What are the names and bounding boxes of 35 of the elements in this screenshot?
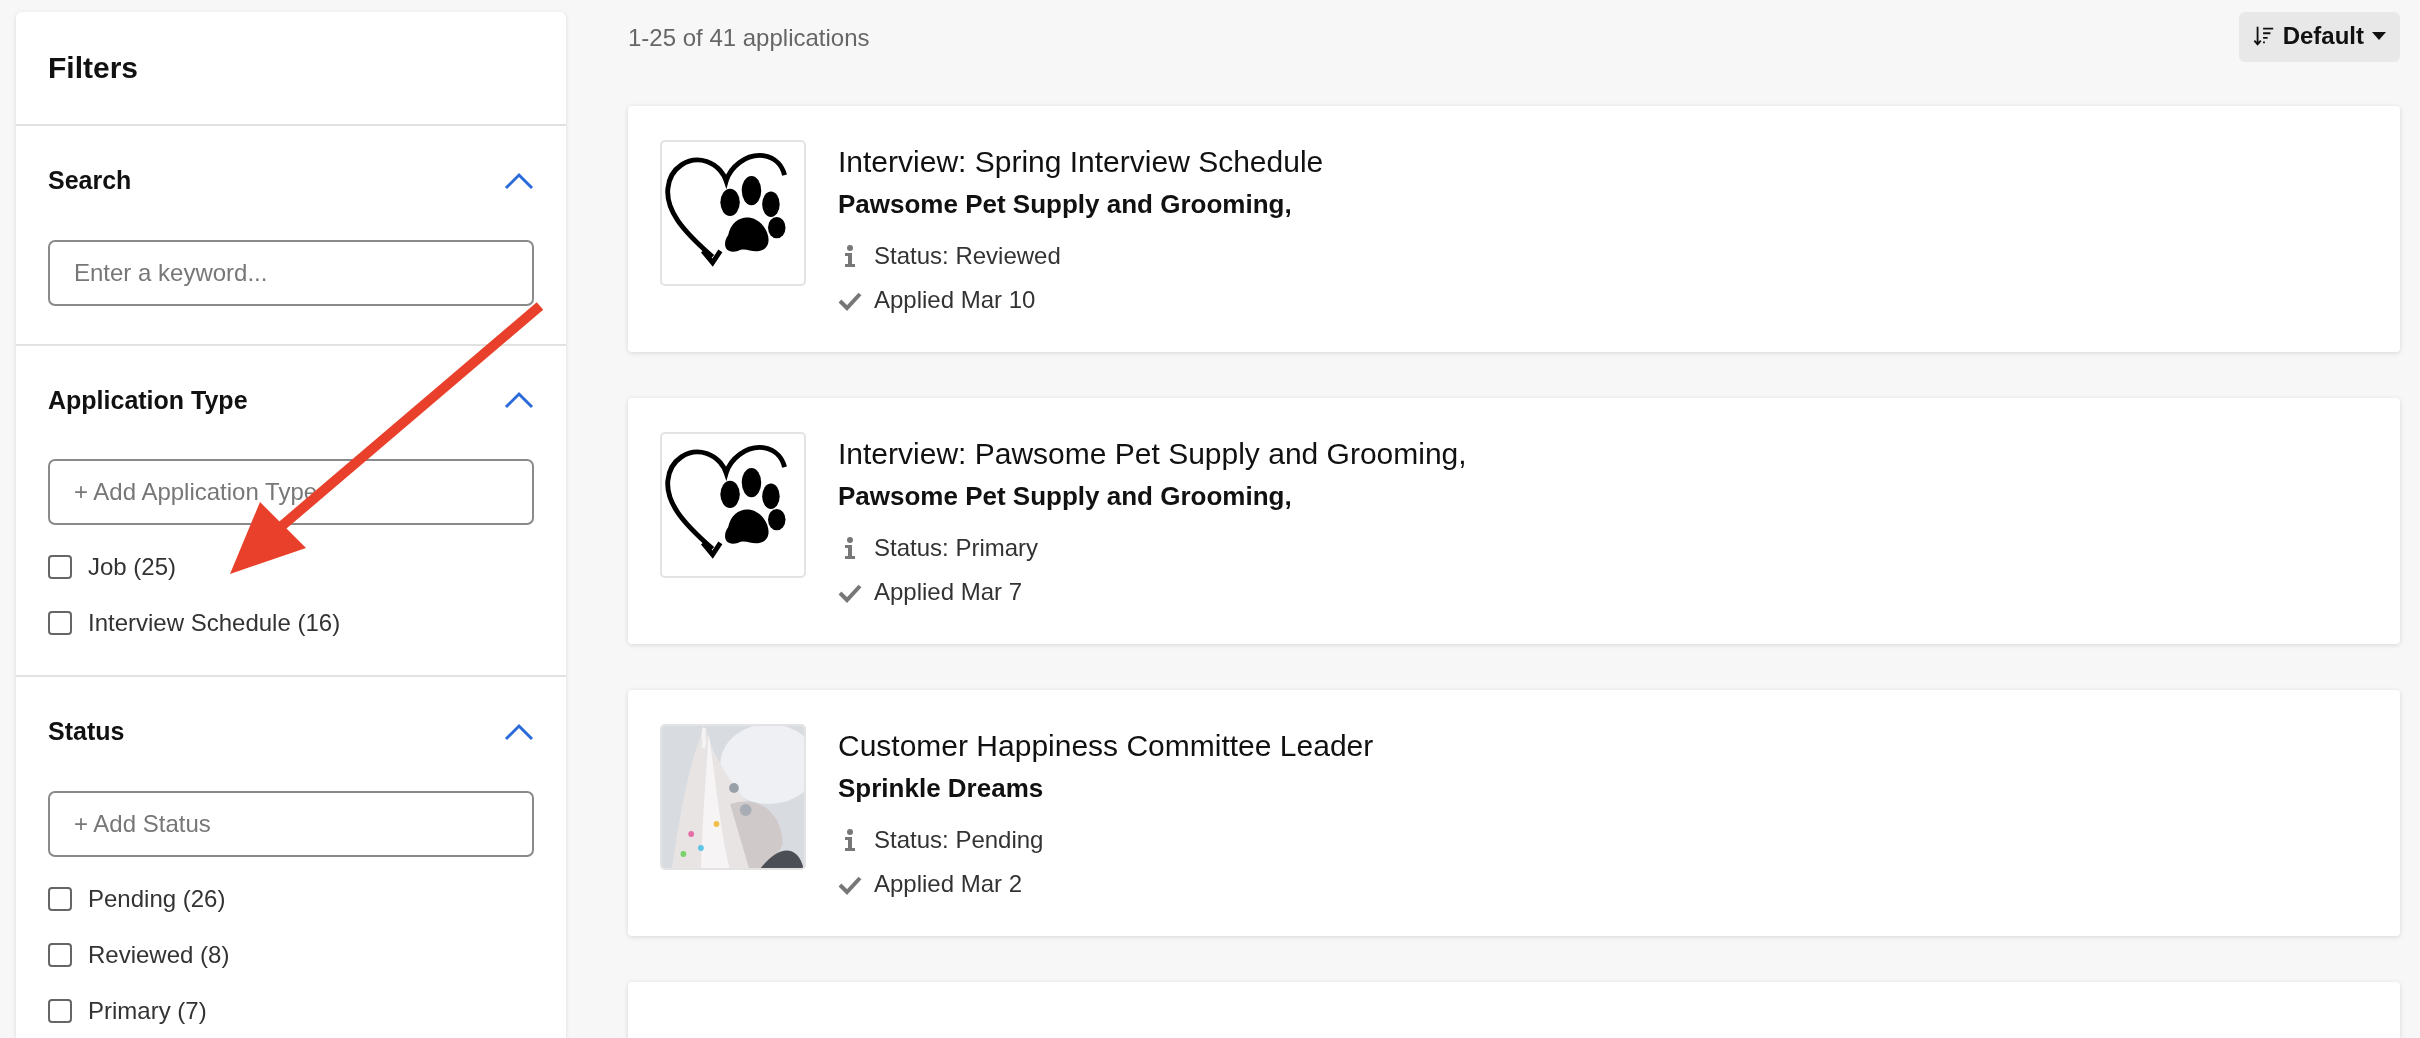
company-name: Pawsome Pet Supply and Grooming, [838, 188, 1293, 221]
sort-button[interactable]: Default [2238, 12, 2400, 62]
filters-title: Filters [48, 50, 140, 86]
applied-date: Applied Mar 7 [874, 577, 1023, 607]
section-title: Application Type [48, 384, 248, 416]
collapse-chevron-icon[interactable] [504, 171, 534, 190]
applied-date: Applied Mar 2 [874, 869, 1023, 899]
add-filter-field[interactable]: + Add Status [48, 790, 534, 857]
option-label[interactable]: Primary (7) [88, 992, 207, 1029]
sort-icon [2252, 25, 2275, 47]
checkbox[interactable] [48, 942, 72, 967]
status-text: Status: Primary [874, 533, 1039, 563]
collapse-chevron-icon[interactable] [504, 391, 534, 410]
application-title[interactable]: Interview: Pawsome Pet Supply and Grooming, [838, 434, 1467, 473]
checkbox[interactable] [48, 555, 72, 579]
section-title: Status [48, 716, 125, 747]
checkbox[interactable] [48, 886, 72, 911]
option-label[interactable]: Pending (26) [88, 880, 226, 917]
checkbox[interactable] [48, 998, 72, 1023]
collapse-chevron-icon[interactable] [504, 722, 534, 741]
results-count: 1-25 of 41 applications [628, 23, 870, 53]
checkbox[interactable] [48, 611, 72, 635]
option-label[interactable]: Job (25) [88, 549, 177, 585]
option-label[interactable]: Interview Schedule (16) [88, 605, 341, 641]
status-text: Status: Pending [874, 825, 1044, 855]
company-name: Pawsome Pet Supply and Grooming, [838, 480, 1293, 513]
option-label[interactable]: Reviewed (8) [88, 936, 230, 973]
applied-date: Applied Mar 10 [874, 285, 1036, 315]
status-text: Status: Reviewed [874, 241, 1061, 271]
section-title: Search [48, 165, 132, 196]
search-field[interactable]: Enter a keyword... [48, 239, 534, 306]
company-name: Sprinkle Dreams [838, 772, 1045, 805]
caret-icon [2372, 32, 2386, 40]
application-title[interactable]: Customer Happiness Committee Leader [838, 726, 1374, 765]
application-title[interactable]: Interview: Spring Interview Schedule [838, 142, 1324, 181]
